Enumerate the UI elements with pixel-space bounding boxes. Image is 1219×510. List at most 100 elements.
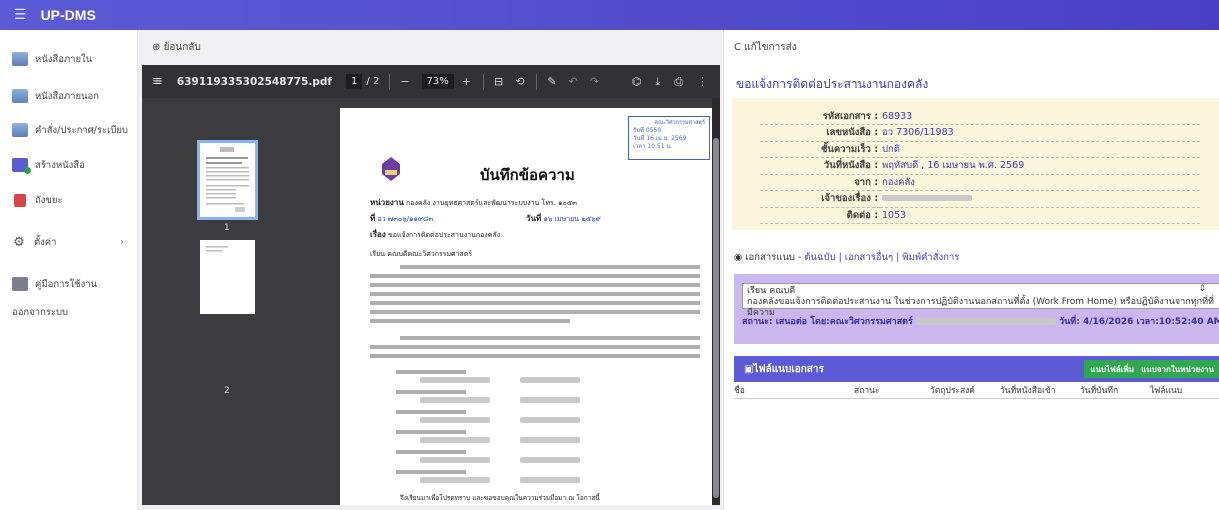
sidebar-item-orders[interactable]: คำสั่ง/ประกาศ/ระเบียบ (0, 119, 138, 141)
attachments-links: ◉ เอกสารแนบ - ต้นฉบับ | เอกสารอื่นๆ | พิ… (734, 250, 959, 265)
redo-icon[interactable]: ↷ (590, 75, 599, 88)
status-prefix: สถานะ: เสนอต่อ โดย:คณะวิศวกรรมศาสตร์ (742, 317, 913, 327)
note-line: เรียน คณบดี (747, 286, 796, 296)
annotate-icon[interactable]: ✎ (547, 75, 556, 88)
hamburger-menu-icon[interactable]: ☰ (14, 7, 27, 23)
info-row: เจ้าของเรื่อง : (760, 190, 1200, 208)
memo-body-text (370, 301, 700, 305)
receipt-stamp: คณะวิศวกรรมศาสตร์ รับที่ 0550 วันที่ 16 … (628, 116, 710, 160)
sidebar-item-internal-docs[interactable]: หนังสือภายใน (0, 48, 138, 70)
redacted-text (520, 377, 580, 383)
attachments-prefix: เอกสารแนบ - (745, 252, 805, 263)
page-number-input[interactable]: 1 (346, 74, 363, 89)
more-options-icon[interactable]: ⋮ (697, 75, 708, 89)
memo-contact-item (396, 390, 466, 394)
memo-field-label: ที่ (370, 214, 376, 223)
logout-link[interactable]: ออกจากระบบ (12, 305, 68, 320)
sidebar-item-settings[interactable]: ⚙ ตั้งค่า › (0, 231, 138, 253)
info-value (880, 190, 1200, 208)
page-total: / 2 (366, 76, 380, 87)
memo-field-label: เรียน (370, 250, 386, 258)
inbox-icon (12, 52, 28, 66)
zoom-out-icon[interactable]: − (400, 75, 409, 88)
routing-note-textarea[interactable]: เรียน คณบดี กองคลังขอแจ้งการติดต่อประสาน… (742, 283, 1219, 318)
pdf-filename: 639119335302548775.pdf (176, 75, 333, 88)
zoom-in-icon[interactable]: + (462, 75, 471, 88)
info-key: วันที่หนังสือ : (760, 157, 880, 175)
sidebar-item-trash[interactable]: ถังขยะ (0, 189, 138, 211)
info-row: เลขหนังสือ : อว 7306/11983 (760, 124, 1200, 142)
document-info-panel: รหัสเอกสาร :68933 เลขหนังสือ : อว 7306/11… (732, 98, 1219, 230)
thumbnail-page-2[interactable] (200, 240, 255, 314)
info-key: เจ้าของเรื่อง : (760, 190, 880, 208)
fit-page-icon[interactable]: ⊟ (494, 75, 503, 88)
memo-body-text (400, 336, 700, 340)
pdf-toolbar: ≡ 639119335302548775.pdf 1 / 2 − 73% + ⊟… (142, 65, 720, 98)
edit-sending-label: แก้ไขการส่ง (744, 42, 797, 53)
pdf-menu-icon[interactable]: ≡ (152, 74, 163, 89)
sidebar-item-create-doc[interactable]: สร้างหนังสือ (0, 154, 138, 176)
memo-body-text (370, 274, 700, 278)
sidebar-item-manual[interactable]: คู่มือการใช้งาน (0, 273, 138, 295)
add-attachment-button[interactable]: แนบไฟล์เพิ่ม (1084, 360, 1140, 378)
info-row: จาก : กองคลัง (760, 174, 1200, 191)
attachments-header: ▣ ไฟล์แนบเอกสาร แนบไฟล์เพิ่ม แนบจากในหน่… (734, 356, 1219, 382)
document-viewer-panel: ⊕ ย้อนกลับ ≡ 639119335302548775.pdf 1 / … (138, 30, 723, 510)
column-header: ไฟล์แนบ (1150, 382, 1219, 399)
pdf-viewer[interactable]: ≡ 639119335302548775.pdf 1 / 2 − 73% + ⊟… (142, 65, 720, 505)
textarea-spinner-icon[interactable]: ⇕ (1198, 284, 1206, 294)
edit-sending-link[interactable]: C แก้ไขการส่ง (734, 40, 797, 55)
redacted-text (420, 377, 490, 383)
print-icon[interactable]: ⎙ (674, 75, 683, 89)
column-header: ชื่อ (734, 382, 854, 399)
top-bar: ☰ UP-DMS (0, 0, 1219, 30)
info-value: กองคลัง (880, 174, 1200, 191)
memo-closing: จึงเรียนมาเพื่อโปรดทราบ และขอขอบคุณในควา… (400, 494, 600, 502)
sidebar-item-label: สร้างหนังสือ (35, 159, 85, 171)
memo-subject-line: เรื่อง ขอแจ้งการติดต่อประสานงานกองคลัง (370, 228, 500, 241)
rotate-icon[interactable]: ⟲ (515, 75, 524, 88)
pdf-scrollbar-thumb[interactable] (713, 138, 719, 498)
stamp-text: คณะวิศวกรรมศาสตร์ (654, 120, 705, 126)
eye-icon: ◉ (734, 252, 746, 263)
manual-icon (12, 277, 28, 291)
thumbnail-preview (206, 147, 249, 212)
zoom-input[interactable]: 73% (421, 74, 454, 89)
redacted-text (520, 437, 580, 443)
memo-number-line: ที่ อว ๗๓๐๖/๑๑๙๘๓ (370, 212, 433, 225)
toolbar-divider (482, 73, 484, 90)
memo-contact-item (396, 470, 466, 474)
info-key: จาก : (760, 174, 880, 191)
back-link[interactable]: ⊕ ย้อนกลับ (152, 40, 201, 55)
pdf-right-tools: ⌬ ⤓ ⎙ ⋮ (618, 75, 708, 89)
attachments-table: ชื่อ สถานะ วัตถุประสงค์ วันที่หนังสือเข้… (734, 382, 1219, 399)
memo-contact-item (396, 450, 466, 454)
sign-icon[interactable]: ⌬ (632, 75, 642, 89)
info-value: อว 7306/11983 (880, 124, 1200, 142)
info-value: ปกติ (880, 141, 1200, 158)
pdf-scrollbar[interactable] (712, 98, 720, 505)
attach-from-unit-button[interactable]: แนบจากในหน่วยงาน (1135, 360, 1219, 378)
memo-field-label: เรื่อง (370, 230, 386, 239)
back-icon: ⊕ (152, 42, 164, 53)
sidebar-item-external-docs[interactable]: หนังสือภายนอก (0, 85, 138, 107)
sidebar-item-label: คู่มือการใช้งาน (35, 278, 98, 290)
attachments-table-header: ชื่อ สถานะ วัตถุประสงค์ วันที่หนังสือเข้… (734, 382, 1219, 399)
document-info-table: รหัสเอกสาร :68933 เลขหนังสือ : อว 7306/11… (760, 108, 1200, 224)
undo-icon[interactable]: ↶ (569, 75, 578, 88)
info-key: ติดต่อ : (760, 207, 880, 224)
column-header: วันที่บันทึก (1080, 382, 1150, 399)
redacted-text (420, 437, 490, 443)
thumbnail-page-1[interactable] (197, 140, 258, 220)
redacted-text (520, 457, 580, 463)
create-document-icon (12, 158, 31, 174)
column-header: วันที่หนังสือเข้า (1000, 382, 1080, 399)
redacted-text (520, 397, 580, 403)
attachments-link-list[interactable]: ต้นฉบับ | เอกสารอื่นๆ | พิมพ์คำสั่งการ (804, 252, 959, 263)
sidebar-item-label: ถังขยะ (35, 194, 63, 206)
thumbnail-sidebar: 1 2 (142, 98, 310, 505)
memo-field-label: หน่วยงาน (370, 198, 404, 207)
download-icon[interactable]: ⤓ (655, 75, 660, 89)
routing-status: สถานะ: เสนอต่อ โดย:คณะวิศวกรรมศาสตร์ วัน… (742, 314, 1219, 328)
gear-icon: ⚙ (13, 234, 25, 250)
